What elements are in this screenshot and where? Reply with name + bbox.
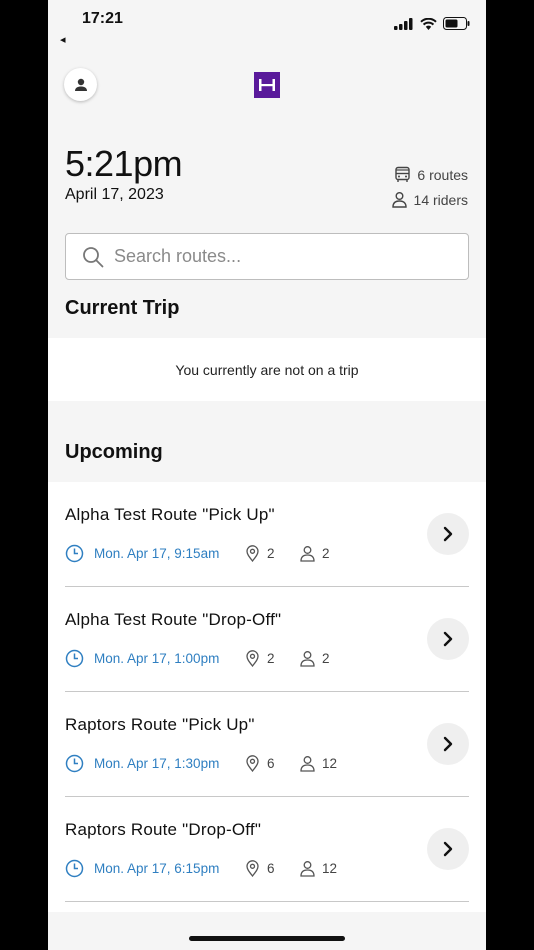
current-trip-title: Current Trip <box>65 297 180 319</box>
status-time: 17:21 <box>82 10 123 27</box>
route-name: Raptors Route "Drop-Off" <box>65 820 262 839</box>
map-pin-icon <box>246 755 259 772</box>
stops-count: 6 <box>267 861 275 876</box>
rider-icon <box>391 192 407 208</box>
route-name: Alpha Test Route "Drop-Off" <box>65 610 282 629</box>
cellular-signal-icon <box>394 17 413 30</box>
routes-stat: 6 routes <box>391 162 468 187</box>
route-time: Mon. Apr 17, 9:15am <box>94 546 220 561</box>
brand-logo <box>254 72 280 98</box>
current-time: 5:21pm <box>65 143 183 184</box>
clock-icon <box>65 649 84 668</box>
route-time: Mon. Apr 17, 1:30pm <box>94 756 220 771</box>
clock-icon <box>65 544 84 563</box>
bus-icon <box>395 166 411 182</box>
map-pin-icon <box>246 650 259 667</box>
chevron-right-icon <box>443 526 453 542</box>
status-bar: 17:21 ◂ <box>48 0 486 50</box>
rider-icon <box>300 756 315 772</box>
clock-icon <box>65 859 84 878</box>
stops-count: 2 <box>267 651 275 666</box>
riders-count: 14 riders <box>413 191 468 208</box>
chevron-right-icon <box>443 736 453 752</box>
route-item[interactable]: Raptors Route "Drop-Off" Mon. Apr 17, 6:… <box>65 797 469 902</box>
route-name: Alpha Test Route "Pick Up" <box>65 505 275 524</box>
route-meta: Mon. Apr 17, 6:15pm 6 12 <box>65 859 344 878</box>
app-header <box>48 62 486 108</box>
person-icon <box>74 78 87 91</box>
upcoming-routes-list: Alpha Test Route "Pick Up" Mon. Apr 17, … <box>48 482 486 912</box>
riders-stat: 14 riders <box>391 187 468 212</box>
riders-count: 12 <box>322 861 338 876</box>
no-trip-message: You currently are not on a trip <box>175 361 359 378</box>
route-item[interactable]: Raptors Route "Pick Up" Mon. Apr 17, 1:3… <box>65 692 469 797</box>
route-item[interactable]: Alpha Test Route "Drop-Off" Mon. Apr 17,… <box>65 587 469 692</box>
status-icons <box>394 17 470 30</box>
route-meta: Mon. Apr 17, 1:30pm 6 12 <box>65 754 344 773</box>
route-meta: Mon. Apr 17, 9:15am 2 2 <box>65 544 344 563</box>
open-route-button[interactable] <box>427 513 469 555</box>
route-name: Raptors Route "Pick Up" <box>65 715 255 734</box>
current-trip-card: You currently are not on a trip <box>48 338 486 401</box>
search-icon <box>83 246 104 267</box>
chevron-right-icon <box>443 631 453 647</box>
stops-count: 6 <box>267 756 275 771</box>
back-to-app-indicator[interactable]: ◂ <box>60 33 66 46</box>
open-route-button[interactable] <box>427 828 469 870</box>
route-time: Mon. Apr 17, 1:00pm <box>94 651 220 666</box>
upcoming-title: Upcoming <box>65 441 163 463</box>
logo-mark <box>259 79 275 91</box>
riders-count: 2 <box>322 546 330 561</box>
search-box[interactable] <box>65 233 469 280</box>
battery-icon <box>443 17 470 30</box>
chevron-right-icon <box>443 841 453 857</box>
clock-icon <box>65 754 84 773</box>
riders-count: 12 <box>322 756 338 771</box>
map-pin-icon <box>246 545 259 562</box>
rider-icon <box>300 546 315 562</box>
route-time: Mon. Apr 17, 6:15pm <box>94 861 220 876</box>
wifi-icon <box>420 17 437 30</box>
routes-count: 6 routes <box>417 166 468 183</box>
rider-icon <box>300 651 315 667</box>
profile-button[interactable] <box>64 68 97 101</box>
riders-count: 2 <box>322 651 330 666</box>
stops-count: 2 <box>267 546 275 561</box>
search-input[interactable] <box>114 246 434 267</box>
rider-icon <box>300 861 315 877</box>
map-pin-icon <box>246 860 259 877</box>
home-indicator[interactable] <box>189 936 345 941</box>
app-screen: 17:21 ◂ 5:21pm April 17, 2023 6 routes 1… <box>48 0 486 950</box>
current-date: April 17, 2023 <box>65 186 164 203</box>
open-route-button[interactable] <box>427 618 469 660</box>
summary-stats: 6 routes 14 riders <box>391 162 468 212</box>
route-meta: Mon. Apr 17, 1:00pm 2 2 <box>65 649 344 668</box>
open-route-button[interactable] <box>427 723 469 765</box>
route-item[interactable]: Alpha Test Route "Pick Up" Mon. Apr 17, … <box>65 482 469 587</box>
